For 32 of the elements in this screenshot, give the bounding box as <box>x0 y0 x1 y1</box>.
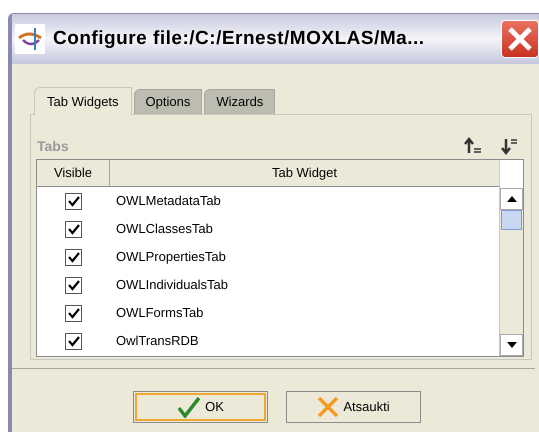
scroll-down-icon[interactable] <box>506 342 516 348</box>
table-cell-text: OWLClassesTab <box>115 220 213 238</box>
column-header[interactable]: Visible <box>37 160 110 186</box>
scroll-thumb[interactable] <box>501 210 522 230</box>
scroll-up-icon[interactable] <box>506 196 516 202</box>
table-cell-text: OWLFormsTab <box>115 304 204 322</box>
app-logo-icon <box>15 24 45 54</box>
checkbox[interactable] <box>65 248 82 266</box>
check-icon <box>177 396 202 418</box>
move-up-icon[interactable] <box>464 137 482 155</box>
checkbox[interactable] <box>65 304 82 322</box>
close-icon <box>507 26 533 52</box>
tab[interactable]: Options <box>134 89 202 114</box>
checkbox[interactable] <box>65 276 82 294</box>
move-down-icon[interactable] <box>500 137 518 155</box>
close-button[interactable] <box>501 20 539 58</box>
checkbox[interactable] <box>65 192 82 210</box>
cross-icon <box>317 396 340 418</box>
ok-button[interactable]: OK <box>133 391 268 423</box>
table-cell-text: OWLPropertiesTab <box>115 248 226 266</box>
scrollbar[interactable] <box>499 160 523 356</box>
window-title: Configure file:/C:/Ernest/MOXLAS/Ma... <box>53 26 425 51</box>
table-cell-text: OWLMetadataTab <box>115 192 221 210</box>
tab[interactable]: Tab Widgets <box>34 87 132 115</box>
section-title: Tabs <box>36 136 69 156</box>
cancel-button[interactable]: Atsaukti <box>286 391 421 423</box>
checkbox[interactable] <box>65 332 82 350</box>
tab[interactable]: Wizards <box>204 89 276 114</box>
checkbox[interactable] <box>65 220 82 238</box>
table-cell-text: OwlTransRDB <box>115 332 199 350</box>
column-header[interactable]: Tab Widget <box>110 160 499 186</box>
table-cell-text: OWLIndividualsTab <box>115 276 228 294</box>
